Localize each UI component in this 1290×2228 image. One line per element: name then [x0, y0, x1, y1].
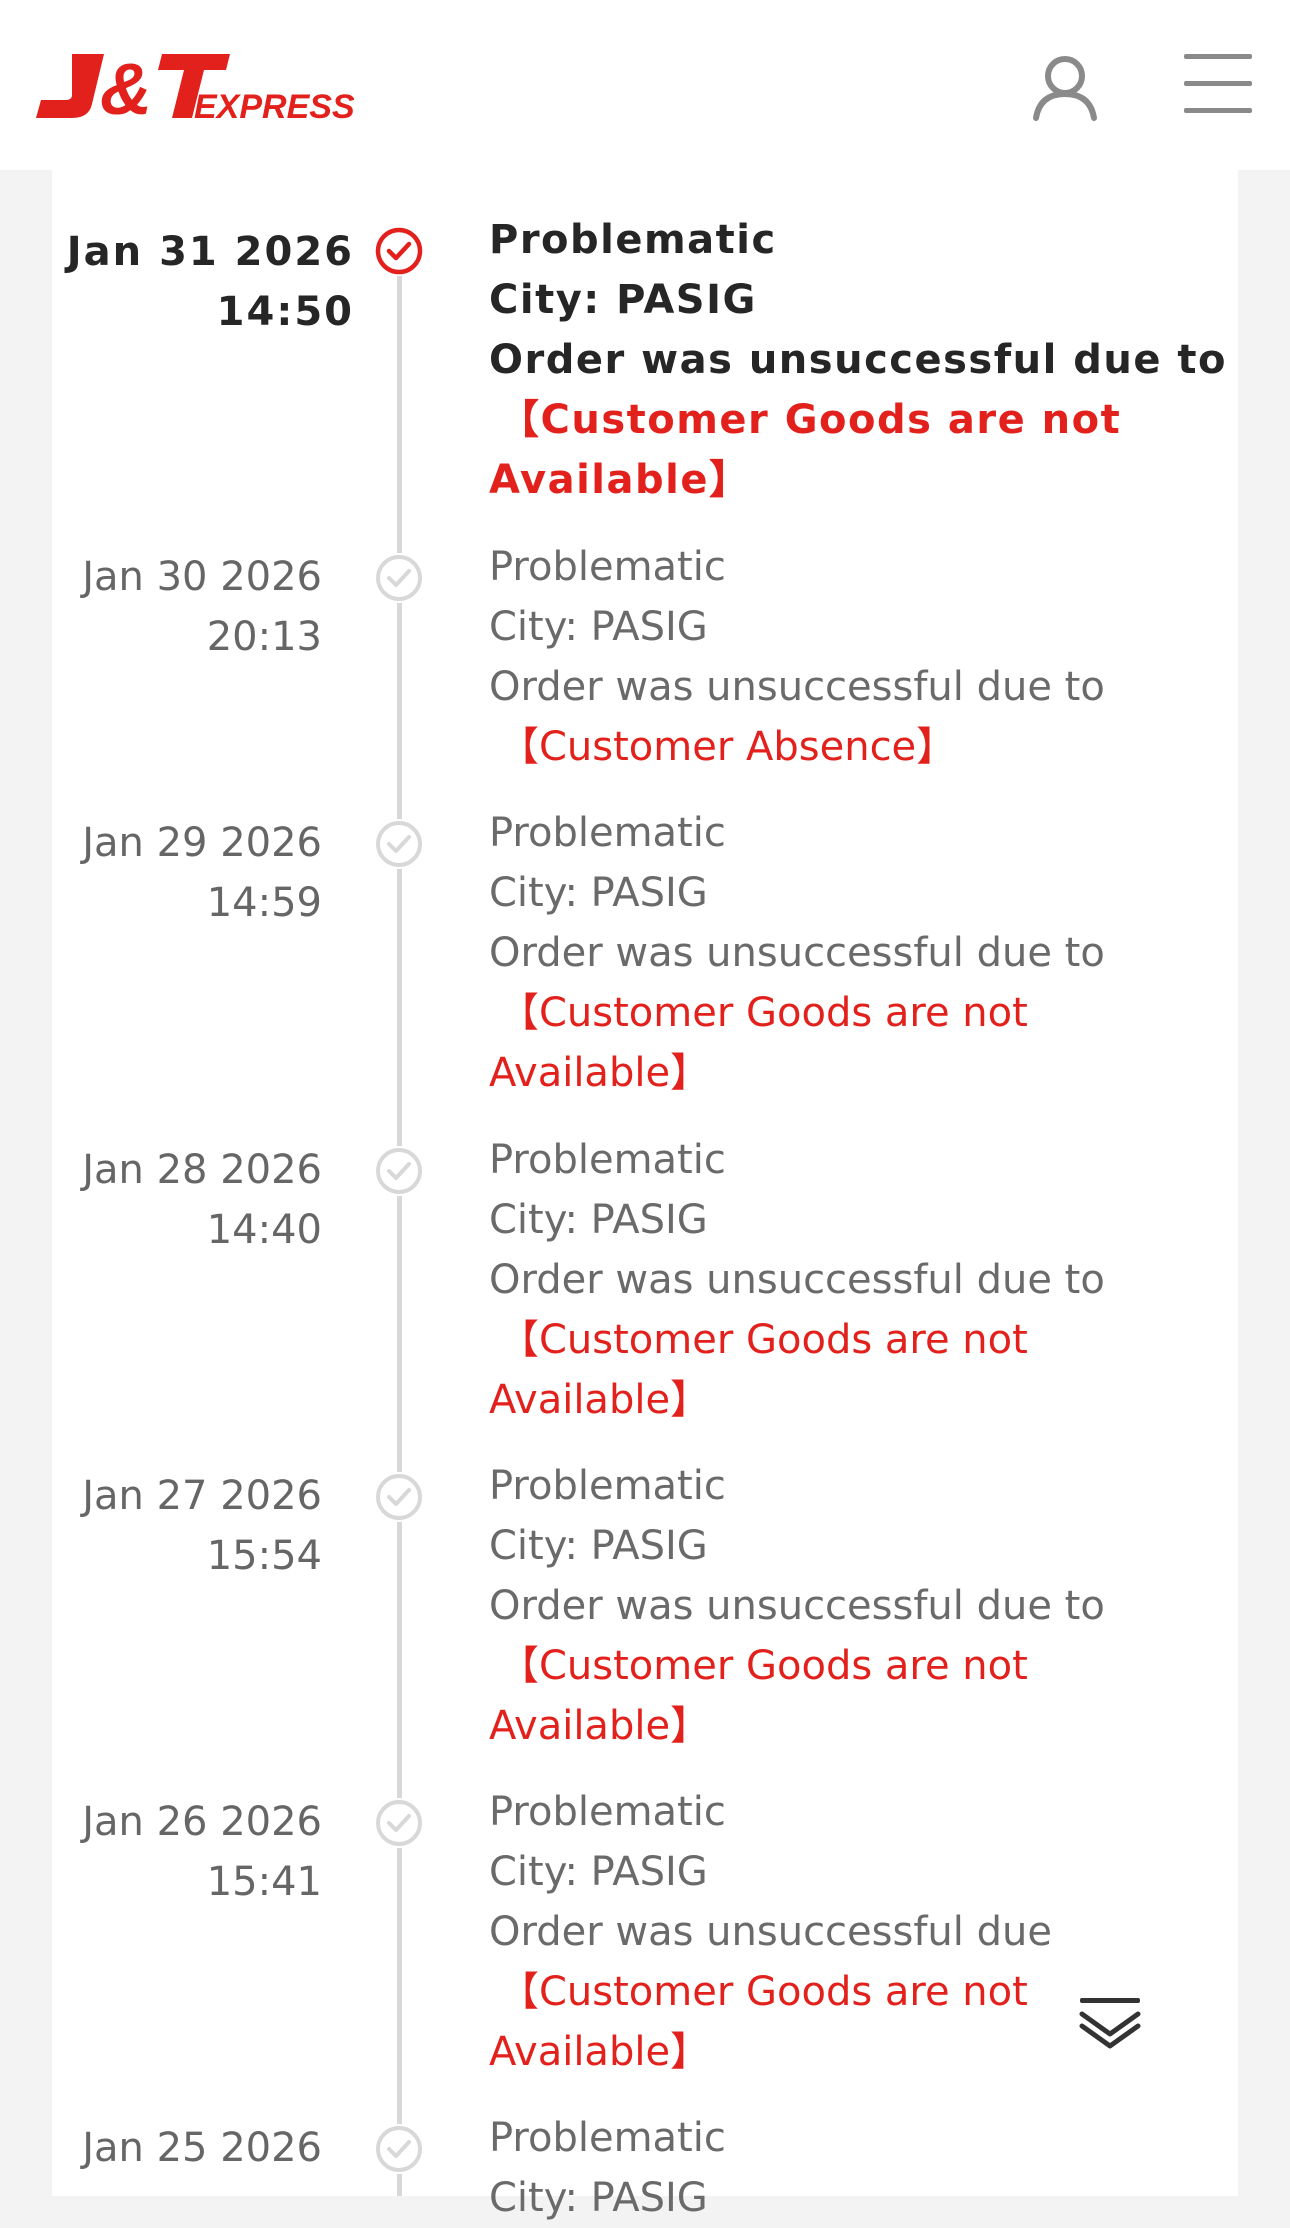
- event-message: Order was unsuccessful due to: [489, 1257, 1105, 1303]
- event-city: City: PASIG: [489, 2175, 708, 2221]
- event-details: Problematic City: PASIG Order was unsucc…: [489, 210, 1229, 510]
- event-city: City: PASIG: [489, 1523, 708, 1569]
- event-city: City: PASIG: [489, 604, 708, 650]
- svg-text:&: &: [100, 50, 152, 126]
- event-time: 14:40: [206, 1207, 322, 1253]
- event-reason: 【Customer Absence】: [499, 724, 957, 770]
- event-city: City: PASIG: [489, 870, 708, 916]
- event-datetime: Jan 26 2026 15:41: [82, 1792, 322, 1912]
- user-icon[interactable]: [1030, 52, 1100, 122]
- event-message: Order was unsuccessful due to: [489, 337, 1228, 383]
- event-details: Problematic City: PASIG Order was unsucc…: [489, 1130, 1209, 1430]
- event-date: Jan 27 2026: [82, 1473, 322, 1519]
- event-reason: 【Customer Goods are not Available】: [489, 1317, 1028, 1423]
- hamburger-menu-icon[interactable]: [1180, 52, 1256, 116]
- event-date: Jan 25 2026: [82, 2125, 322, 2171]
- event-city: City: PASIG: [489, 1197, 708, 1243]
- event-time: 15:54: [206, 1533, 322, 1579]
- jt-express-logo[interactable]: & EXPRESS: [34, 46, 355, 130]
- check-circle-icon: [374, 226, 424, 276]
- event-time: 15:41: [206, 1859, 322, 1905]
- event-time: 14:59: [206, 880, 322, 926]
- event-date: Jan 28 2026: [82, 1147, 322, 1193]
- event-datetime: Jan 29 2026 14:59: [82, 813, 322, 933]
- event-reason: 【Customer Goods are not Available】: [489, 990, 1028, 1096]
- event-status: Problematic: [489, 1137, 726, 1183]
- event-status: Problematic: [489, 544, 726, 590]
- event-datetime: Jan 30 2026 20:13: [82, 547, 322, 667]
- event-datetime: Jan 27 2026 15:54: [82, 1466, 322, 1586]
- event-reason: 【Customer Goods are not Available】: [489, 1643, 1028, 1749]
- timeline-line: [397, 252, 402, 2196]
- event-status: Problematic: [489, 217, 777, 263]
- header-bar: & EXPRESS: [0, 0, 1290, 170]
- event-time: 20:13: [206, 614, 322, 660]
- event-date: Jan 26 2026: [82, 1799, 322, 1845]
- event-date: Jan 29 2026: [82, 820, 322, 866]
- svg-text:EXPRESS: EXPRESS: [194, 88, 354, 126]
- event-date: Jan 30 2026: [82, 554, 322, 600]
- event-status: Problematic: [489, 1789, 726, 1835]
- event-datetime: Jan 31 2026 14:50: [67, 222, 354, 342]
- event-status: Problematic: [489, 1463, 726, 1509]
- event-message: Order was unsuccessful due: [489, 1909, 1052, 1955]
- event-details: Problematic City: PASIG: [489, 2108, 1209, 2228]
- check-circle-icon: [374, 1798, 424, 1848]
- check-circle-icon: [374, 819, 424, 869]
- event-details: Problematic City: PASIG Order was unsucc…: [489, 803, 1209, 1103]
- event-date: Jan 31 2026: [66, 229, 354, 275]
- event-city: City: PASIG: [489, 1849, 708, 1895]
- event-datetime: Jan 28 2026 14:40: [82, 1140, 322, 1260]
- jt-express-logo-graphic: & EXPRESS: [36, 50, 355, 130]
- event-time: 14:50: [216, 289, 354, 335]
- check-circle-icon: [374, 1146, 424, 1196]
- check-circle-icon: [374, 553, 424, 603]
- check-circle-icon: [374, 1472, 424, 1522]
- event-message: Order was unsuccessful due to: [489, 930, 1105, 976]
- event-status: Problematic: [489, 2115, 726, 2161]
- event-status: Problematic: [489, 810, 726, 856]
- event-message: Order was unsuccessful due to: [489, 1583, 1105, 1629]
- event-datetime: Jan 25 2026: [82, 2118, 322, 2178]
- event-reason: 【Customer Goods are not Available】: [489, 397, 1122, 503]
- double-chevron-down-icon[interactable]: [1078, 1994, 1142, 2054]
- check-circle-icon: [374, 2124, 424, 2174]
- event-message: Order was unsuccessful due to: [489, 664, 1105, 710]
- event-city: City: PASIG: [489, 277, 757, 323]
- event-details: Problematic City: PASIG Order was unsucc…: [489, 1456, 1209, 1756]
- event-details: Problematic City: PASIG Order was unsucc…: [489, 537, 1209, 777]
